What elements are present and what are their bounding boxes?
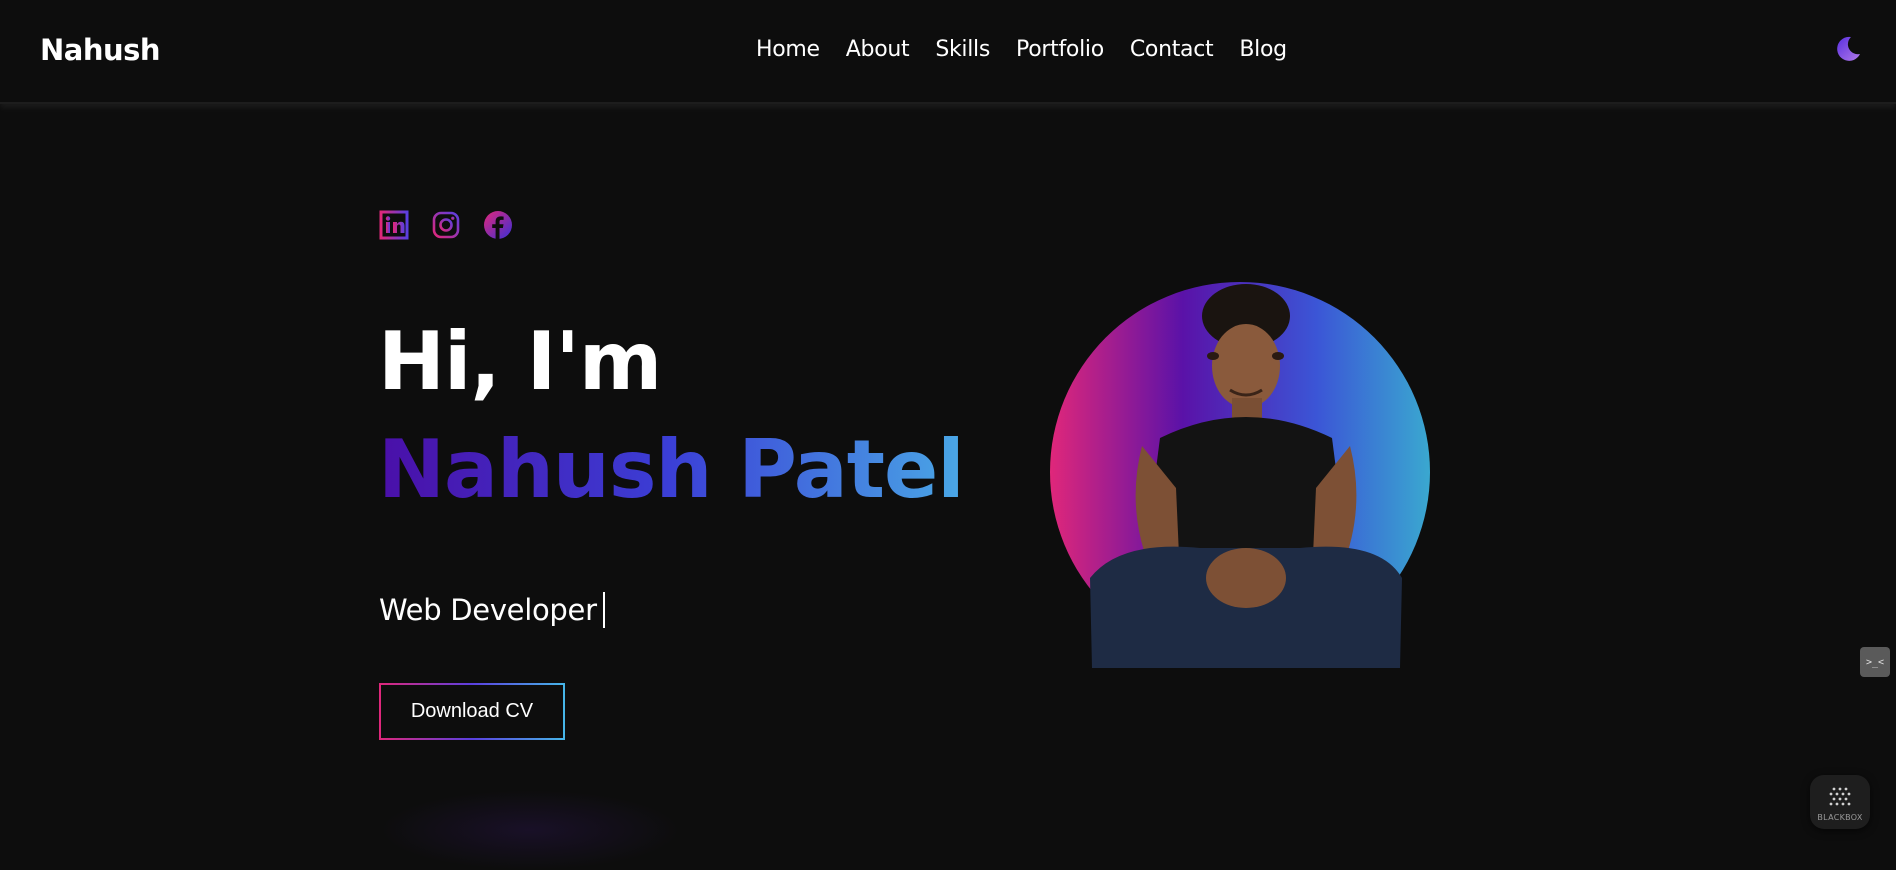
- background-glow: [380, 790, 680, 870]
- hero-role: Web Developer: [379, 592, 605, 628]
- facebook-icon[interactable]: [483, 210, 513, 240]
- site-logo[interactable]: Nahush: [40, 33, 161, 67]
- terminal-widget-button[interactable]: >_<: [1860, 647, 1890, 677]
- profile-photo: [1050, 282, 1430, 668]
- blackbox-logo-icon: [1829, 787, 1851, 805]
- nav-link-home[interactable]: Home: [756, 37, 820, 62]
- navbar: Nahush Home About Skills Portfolio Conta…: [0, 0, 1896, 104]
- hero-name: Nahush Patel: [378, 423, 965, 516]
- nav-link-contact[interactable]: Contact: [1130, 37, 1214, 62]
- nav-link-skills[interactable]: Skills: [935, 37, 990, 62]
- moon-icon[interactable]: [1832, 34, 1862, 64]
- download-cv-button[interactable]: Download CV: [379, 683, 565, 740]
- nav-links: Home About Skills Portfolio Contact Blog: [756, 37, 1287, 62]
- hero-greeting: Hi, I'm: [378, 315, 662, 408]
- blackbox-widget-button[interactable]: BLACKBOX: [1810, 775, 1870, 829]
- role-text: Web Developer: [379, 593, 597, 627]
- social-links: [379, 210, 513, 240]
- nav-link-portfolio[interactable]: Portfolio: [1016, 37, 1104, 62]
- nav-link-blog[interactable]: Blog: [1239, 37, 1287, 62]
- linkedin-icon[interactable]: [379, 210, 409, 240]
- instagram-icon[interactable]: [431, 210, 461, 240]
- nav-link-about[interactable]: About: [846, 37, 910, 62]
- typing-caret: [602, 592, 605, 628]
- blackbox-label: BLACKBOX: [1817, 812, 1863, 822]
